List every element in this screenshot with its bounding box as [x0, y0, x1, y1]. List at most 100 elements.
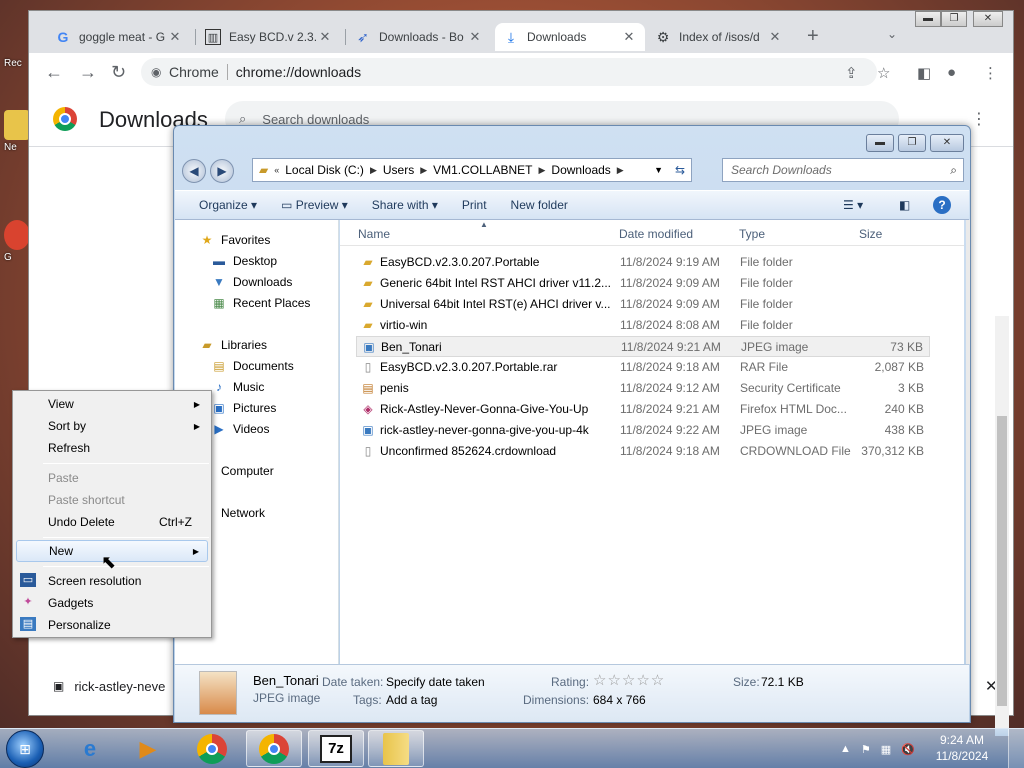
share-icon[interactable]: ⇪ [845, 64, 858, 82]
download-shelf-item[interactable]: ▣ rick-astley-neve [29, 661, 179, 711]
menu-item-sort-by[interactable]: Sort by ▶ [16, 415, 208, 437]
show-desktop-button[interactable] [1008, 729, 1024, 768]
action-center-flag-icon[interactable]: ⚑ [861, 743, 871, 756]
show-hidden-icons-icon[interactable]: ▲ [840, 743, 851, 755]
new-tab-button[interactable]: + [807, 25, 819, 48]
table-row[interactable]: ▣ rick-astley-never-gonna-give-you-up-4k 1… [356, 420, 930, 441]
breadcrumb-vm1[interactable]: VM1.COLLABNET [433, 163, 532, 177]
nav-downloads[interactable]: ▼ Downloads [211, 272, 292, 292]
table-row[interactable]: ▰ Generic 64bit Intel RST AHCI driver v11… [356, 273, 930, 294]
column-type[interactable]: Type [739, 227, 765, 241]
omnibox[interactable]: ◉ Chrome chrome://downloads [141, 58, 877, 86]
rating-stars[interactable]: ☆☆☆☆☆ [593, 671, 665, 689]
share-with-button[interactable]: Share with ▾ [360, 198, 450, 212]
7zip-icon[interactable]: 7z [308, 730, 364, 767]
forward-button[interactable]: ▶ [210, 159, 234, 183]
side-panel-icon[interactable]: ◧ [917, 64, 931, 82]
preview-button[interactable]: ▭ Preview ▾ [269, 198, 360, 212]
close-icon[interactable]: ✕ [621, 29, 637, 45]
mouse-cursor-icon: ⬉ [101, 552, 117, 572]
back-arrow-icon[interactable]: ← [45, 62, 63, 83]
organize-button[interactable]: Organize ▾ [175, 198, 269, 212]
menu-item-screen-resolution[interactable]: ▭ Screen resolution [16, 570, 208, 592]
help-icon[interactable]: ? [933, 196, 951, 214]
table-row[interactable]: ▰ EasyBCD.v2.3.0.207.Portable 11/8/2024 9:… [356, 252, 930, 273]
start-button[interactable]: ⊞ [6, 730, 44, 768]
page-scrollbar[interactable] [995, 316, 1009, 736]
nav-desktop[interactable]: ▬ Desktop [211, 251, 277, 271]
explorer-folder-icon[interactable] [368, 730, 424, 767]
reload-icon[interactable]: ↻ [111, 62, 126, 83]
details-pane: Ben_Tonari JPEG image Date taken: Specif… [175, 664, 969, 722]
nav-favorites[interactable]: ★ Favorites [199, 230, 271, 250]
volume-muted-icon[interactable]: 🔇 [901, 743, 915, 756]
close-icon[interactable]: ✕ [167, 29, 183, 45]
nav-videos[interactable]: ▶ Videos [211, 419, 269, 439]
table-row[interactable]: ◈ Rick-Astley-Never-Gonna-Give-You-Up 11/8… [356, 399, 930, 420]
profile-avatar-icon[interactable]: ● [947, 64, 956, 81]
clock[interactable]: 9:24 AM 11/8/2024 [930, 732, 994, 764]
table-row[interactable]: ▤ penis 11/8/2024 9:12 AM Security Certific… [356, 378, 930, 399]
refresh-icon[interactable]: ⇆ [675, 163, 685, 177]
address-bar[interactable]: ▰ « Local Disk (C:) ▶ Users ▶ VM1.COLLABNE… [252, 158, 692, 182]
close-button[interactable]: ✕ [930, 134, 964, 152]
tab-downloads-bo[interactable]: ➶ Downloads - Bo ✕ [347, 23, 491, 51]
breadcrumb-downloads[interactable]: Downloads [551, 163, 610, 177]
maximize-button[interactable]: ❐ [941, 11, 967, 27]
nav-recent-places[interactable]: ▦ Recent Places [211, 293, 310, 313]
chrome-running-icon[interactable] [246, 730, 302, 767]
menu-item-paste-shortcut[interactable]: Paste shortcut [16, 489, 208, 511]
menu-item-refresh[interactable]: Refresh [16, 437, 208, 459]
forward-arrow-icon[interactable]: → [79, 62, 97, 83]
table-row[interactable]: ▯ Unconfirmed 852624.crdownload 11/8/2024 … [356, 441, 930, 462]
menu-item-gadgets[interactable]: ✦ Gadgets [16, 592, 208, 614]
tab-search-chevron-icon[interactable]: ⌄ [887, 27, 897, 41]
media-player-icon[interactable]: ▶ [120, 730, 176, 767]
back-button[interactable]: ◀ [182, 159, 206, 183]
breadcrumb-users[interactable]: Users [383, 163, 414, 177]
table-row[interactable]: ▣ Ben_Tonari 11/8/2024 9:21 AM JPEG image 73… [356, 336, 930, 357]
print-button[interactable]: Print [450, 198, 499, 212]
close-icon[interactable]: ✕ [767, 29, 783, 45]
new-folder-button[interactable]: New folder [499, 198, 580, 212]
date-taken-value[interactable]: Specify date taken [386, 675, 485, 689]
column-size[interactable]: Size [859, 227, 882, 241]
chrome-icon[interactable] [184, 730, 240, 767]
nav-music[interactable]: ♪ Music [211, 377, 264, 397]
file-list-scrollbar[interactable] [966, 220, 970, 664]
minimize-button[interactable]: ▬ [915, 11, 941, 27]
menu-item-view[interactable]: View ▶ [16, 393, 208, 415]
sort-ascending-icon: ▲ [480, 220, 488, 229]
menu-item-personalize[interactable]: ▤ Personalize [16, 614, 208, 636]
breadcrumb-local-disk[interactable]: Local Disk (C:) [285, 163, 364, 177]
maximize-button[interactable]: ❐ [898, 134, 926, 152]
tab-index-isos[interactable]: ⚙ Index of /isos/d ✕ [647, 23, 791, 51]
table-row[interactable]: ▯ EasyBCD.v2.3.0.207.Portable.rar 11/8/202… [356, 357, 930, 378]
menu-kebab-icon[interactable]: ⋮ [983, 64, 998, 82]
bookmark-star-icon[interactable]: ☆ [877, 64, 890, 82]
nav-documents[interactable]: ▤ Documents [211, 356, 293, 376]
tab-downloads[interactable]: ⤓ Downloads ✕ [495, 23, 645, 51]
view-options-icon[interactable]: ☰ ▾ [843, 198, 863, 212]
table-row[interactable]: ▰ Universal 64bit Intel RST(e) AHCI drive… [356, 294, 930, 315]
network-tray-icon[interactable]: ▦ [881, 743, 891, 756]
preview-pane-icon[interactable]: ◧ [899, 198, 910, 212]
close-button[interactable]: ✕ [973, 11, 1003, 27]
menu-item-undo-delete[interactable]: Undo Delete Ctrl+Z [16, 511, 208, 533]
column-name[interactable]: Name [358, 227, 390, 241]
more-actions-icon[interactable]: ⋮ [971, 109, 987, 129]
close-icon[interactable]: ✕ [317, 29, 333, 45]
search-downloads-input[interactable]: Search Downloads ⌕ [722, 158, 964, 182]
tab-goggle-meat[interactable]: G goggle meat - G ✕ [47, 23, 191, 51]
nav-pictures[interactable]: ▣ Pictures [211, 398, 276, 418]
address-dropdown-icon[interactable]: ▼ [654, 165, 663, 175]
tab-easy-bcd[interactable]: ▥ Easy BCD.v 2.3.0 ✕ [197, 23, 341, 51]
column-date-modified[interactable]: Date modified [619, 227, 693, 241]
menu-item-paste[interactable]: Paste [16, 467, 208, 489]
close-icon[interactable]: ✕ [467, 29, 483, 45]
internet-explorer-icon[interactable]: e [62, 730, 118, 767]
nav-libraries[interactable]: ▰ Libraries [199, 335, 267, 355]
minimize-button[interactable]: ▬ [866, 134, 894, 152]
tags-value[interactable]: Add a tag [386, 693, 437, 707]
table-row[interactable]: ▰ virtio-win 11/8/2024 8:08 AM File folder [356, 315, 930, 336]
